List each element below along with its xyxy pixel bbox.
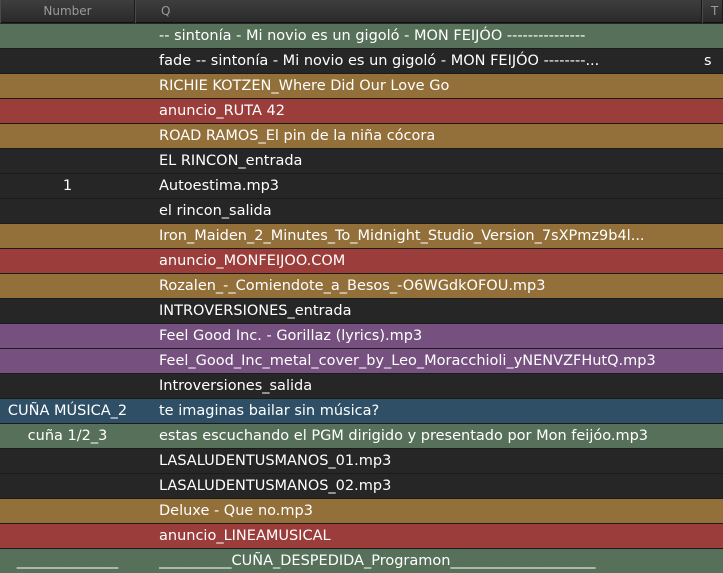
cue-number-cell [0, 349, 135, 373]
cue-target-cell [704, 524, 723, 548]
cue-name-cell: anuncio_RUTA 42 [159, 103, 285, 119]
table-row[interactable]: Rozalen_-_Comiendote_a_Besos_-O6WGdkOFOU… [0, 274, 723, 299]
cue-number-cell [0, 249, 135, 273]
cue-target-cell [704, 299, 723, 323]
cue-name-cell: __________CUÑA_DESPEDIDA_Programon______… [159, 553, 596, 569]
cue-target-cell [704, 399, 723, 423]
table-row[interactable]: ROAD RAMOS_El pin de la niña cócora [0, 124, 723, 149]
cue-number-cell [0, 299, 135, 323]
cue-number-cell: CUÑA MÚSICA_2 [7, 403, 128, 419]
table-row[interactable]: ______________ __________CUÑA_DESPEDIDA_P… [0, 549, 723, 573]
table-row[interactable]: anuncio_MONFEIJOO.COM [0, 249, 723, 274]
cue-target-cell [704, 324, 723, 348]
cue-name-cell: -- sintonía - Mi novio es un gigoló - MO… [159, 28, 586, 44]
cue-target-cell [704, 549, 723, 573]
table-row[interactable]: fade -- sintonía - Mi novio es un gigoló… [0, 49, 723, 74]
cue-name-cell: estas escuchando el PGM dirigido y prese… [159, 428, 649, 444]
cue-target-cell [704, 99, 723, 123]
cue-number-cell [0, 124, 135, 148]
cue-number-cell [0, 99, 135, 123]
cue-name-cell: Feel Good Inc. - Gorillaz (lyrics).mp3 [159, 328, 423, 344]
cue-name-cell: anuncio_MONFEIJOO.COM [159, 253, 346, 269]
table-row[interactable]: Introversiones_salida [0, 374, 723, 399]
cue-target-cell: s [704, 53, 712, 69]
cue-name-cell: RICHIE KOTZEN_Where Did Our Love Go [159, 78, 450, 94]
table-row[interactable]: LASALUDENTUSMANOS_01.mp3 [0, 449, 723, 474]
table-row[interactable]: anuncio_LINEAMUSICAL [0, 524, 723, 549]
table-row[interactable]: 1 Autoestima.mp3 [0, 174, 723, 199]
table-row[interactable]: LASALUDENTUSMANOS_02.mp3 [0, 474, 723, 499]
cue-target-cell [704, 449, 723, 473]
cue-target-cell [704, 349, 723, 373]
cue-number-cell [0, 374, 135, 398]
cue-target-cell [704, 199, 723, 223]
table-row[interactable]: EL RINCON_entrada [0, 149, 723, 174]
table-row[interactable]: cuña 1/2_3 estas escuchando el PGM dirigi… [0, 424, 723, 449]
cue-number-cell [0, 274, 135, 298]
cue-target-cell [704, 74, 723, 98]
cue-number-cell [0, 449, 135, 473]
cue-name-cell: EL RINCON_entrada [159, 153, 303, 169]
table-row[interactable]: -- sintonía - Mi novio es un gigoló - MO… [0, 24, 723, 49]
cue-name-cell: anuncio_LINEAMUSICAL [159, 528, 331, 544]
cue-rows: -- sintonía - Mi novio es un gigoló - MO… [0, 24, 723, 573]
cue-number-cell [0, 499, 135, 523]
cue-number-cell [0, 149, 135, 173]
column-header-t[interactable]: T [702, 0, 723, 23]
cue-name-cell: Introversiones_salida [159, 378, 313, 394]
table-row[interactable]: el rincon_salida [0, 199, 723, 224]
table-row[interactable]: Feel_Good_Inc_metal_cover_by_Leo_Moracch… [0, 349, 723, 374]
cue-target-cell [704, 374, 723, 398]
cue-name-cell: fade -- sintonía - Mi novio es un gigoló… [159, 53, 600, 69]
cue-number-cell [0, 199, 135, 223]
table-row[interactable]: INTROVERSIONES_entrada [0, 299, 723, 324]
cue-target-cell [704, 474, 723, 498]
cue-target-cell [704, 274, 723, 298]
cue-number-cell [0, 74, 135, 98]
table-row[interactable]: CUÑA MÚSICA_2 te imaginas bailar sin músi… [0, 399, 723, 424]
cue-number-cell [0, 24, 135, 48]
cue-target-cell [704, 24, 723, 48]
cue-name-cell: INTROVERSIONES_entrada [159, 303, 352, 319]
cue-name-cell: Feel_Good_Inc_metal_cover_by_Leo_Moracch… [159, 353, 656, 369]
cue-target-cell [704, 499, 723, 523]
cue-number-cell [0, 49, 135, 73]
cue-name-cell: LASALUDENTUSMANOS_01.mp3 [159, 453, 392, 469]
cue-name-cell: LASALUDENTUSMANOS_02.mp3 [159, 478, 392, 494]
cue-number-cell [0, 224, 135, 248]
column-header-q[interactable]: Q [135, 0, 702, 23]
cue-number-cell: 1 [62, 178, 73, 194]
table-header: Number Q T [0, 0, 723, 23]
cue-name-cell: Rozalen_-_Comiendote_a_Besos_-O6WGdkOFOU… [159, 278, 546, 294]
cue-number-cell [0, 324, 135, 348]
cue-number-cell [0, 524, 135, 548]
cue-target-cell [704, 124, 723, 148]
cue-name-cell: te imaginas bailar sin música? [159, 403, 380, 419]
cue-number-cell: cuña 1/2_3 [27, 428, 108, 444]
cue-target-cell [704, 249, 723, 273]
table-row[interactable]: RICHIE KOTZEN_Where Did Our Love Go [0, 74, 723, 99]
table-row[interactable]: Deluxe - Que no.mp3 [0, 499, 723, 524]
table-row[interactable]: Feel Good Inc. - Gorillaz (lyrics).mp3 [0, 324, 723, 349]
cue-name-cell: Iron_Maiden_2_Minutes_To_Midnight_Studio… [159, 228, 645, 244]
cue-list-table: Number Q T -- sintonía - Mi novio es un … [0, 0, 723, 573]
cue-name-cell: el rincon_salida [159, 203, 272, 219]
table-row[interactable]: anuncio_RUTA 42 [0, 99, 723, 124]
table-row[interactable]: Iron_Maiden_2_Minutes_To_Midnight_Studio… [0, 224, 723, 249]
cue-number-cell: ______________ [16, 553, 119, 569]
cue-name-cell: Autoestima.mp3 [159, 178, 280, 194]
cue-number-cell [0, 474, 135, 498]
cue-target-cell [704, 224, 723, 248]
cue-name-cell: ROAD RAMOS_El pin de la niña cócora [159, 128, 436, 144]
cue-target-cell [704, 424, 723, 448]
cue-target-cell [704, 174, 723, 198]
column-header-number[interactable]: Number [0, 0, 135, 23]
cue-target-cell [704, 149, 723, 173]
cue-name-cell: Deluxe - Que no.mp3 [159, 503, 313, 519]
